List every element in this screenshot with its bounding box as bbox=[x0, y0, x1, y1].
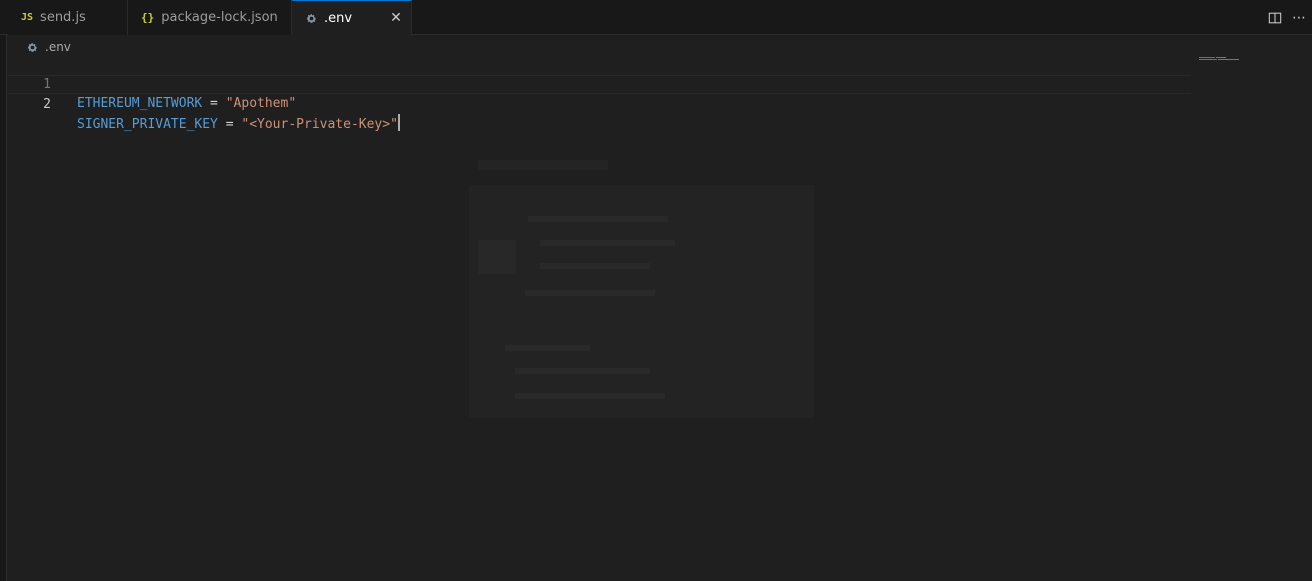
text-cursor bbox=[397, 114, 400, 131]
code-line-1[interactable]: 1 ETHEREUM_NETWORK = "Apothem" bbox=[8, 56, 1191, 111]
tab-label: package-lock.json bbox=[161, 10, 278, 25]
breadcrumb-file: .env bbox=[45, 40, 71, 54]
env-key: SIGNER_PRIVATE_KEY bbox=[77, 117, 218, 132]
minimap-line bbox=[1199, 59, 1217, 60]
minimap-line bbox=[1218, 59, 1239, 60]
minimap[interactable] bbox=[1199, 56, 1299, 66]
line-number: 2 bbox=[43, 97, 51, 112]
editor-actions: ⋯ bbox=[1264, 0, 1312, 35]
tab-env[interactable]: .env ✕ bbox=[292, 0, 412, 36]
tab-label: send.js bbox=[40, 10, 86, 25]
operator: = bbox=[217, 117, 242, 132]
json-file-icon: {} bbox=[141, 11, 155, 24]
code-editor[interactable]: 1 ETHEREUM_NETWORK = "Apothem" 2 SIGNER_… bbox=[8, 56, 1191, 581]
split-editor-icon[interactable] bbox=[1264, 7, 1286, 29]
tab-label: .env bbox=[324, 10, 353, 26]
env-value: "Apothem" bbox=[225, 96, 297, 111]
env-value: "<Your-Private-Key>" bbox=[241, 117, 398, 132]
minimap-line bbox=[1216, 57, 1226, 58]
code-line-2[interactable]: 2 SIGNER_PRIVATE_KEY = "<Your-Private-Ke… bbox=[8, 75, 1191, 132]
tab-bar: JS send.js {} package-lock.json .env ✕ ⋯ bbox=[0, 0, 1312, 36]
javascript-file-icon: JS bbox=[21, 12, 34, 23]
editor-window: JS send.js {} package-lock.json .env ✕ ⋯ bbox=[0, 0, 1312, 581]
tab-package-lock-json[interactable]: {} package-lock.json bbox=[128, 0, 292, 35]
gear-icon bbox=[307, 13, 316, 23]
more-actions-icon[interactable]: ⋯ bbox=[1288, 7, 1310, 29]
minimap-line bbox=[1199, 57, 1215, 58]
breadcrumb[interactable]: .env bbox=[27, 38, 71, 56]
gear-icon bbox=[28, 42, 37, 52]
tab-send-js[interactable]: JS send.js bbox=[8, 0, 128, 35]
env-key: ETHEREUM_NETWORK bbox=[77, 96, 203, 111]
operator: = bbox=[202, 96, 226, 111]
code-content: SIGNER_PRIVATE_KEY = "<Your-Private-Key>… bbox=[77, 114, 400, 134]
activity-edge bbox=[0, 0, 7, 581]
close-icon[interactable]: ✕ bbox=[389, 11, 403, 25]
code-content: ETHEREUM_NETWORK = "Apothem" bbox=[77, 94, 296, 113]
